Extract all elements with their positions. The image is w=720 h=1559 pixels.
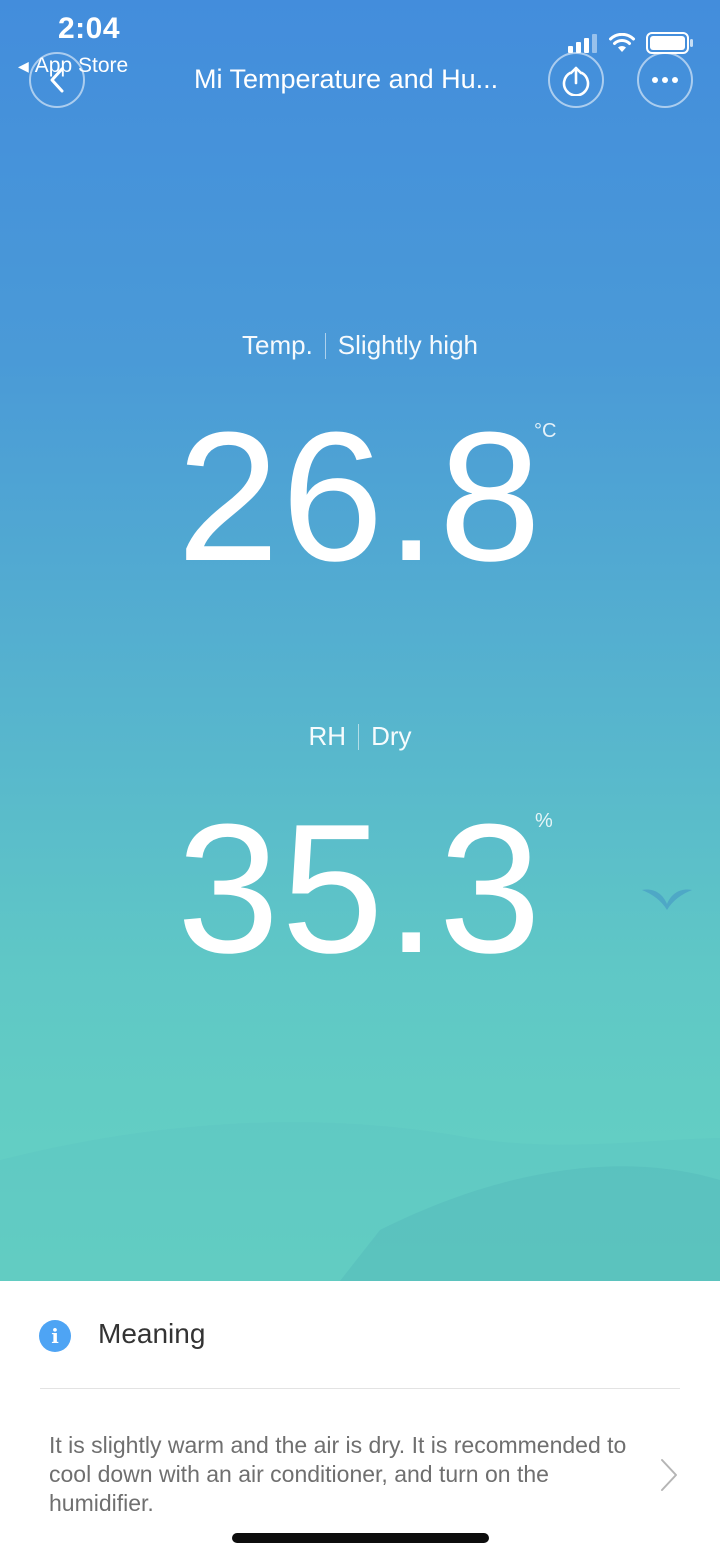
battery-icon xyxy=(646,32,693,54)
more-dots-icon xyxy=(652,77,678,83)
temperature-value: 26.8 xyxy=(176,393,544,599)
status-time: 2:04 xyxy=(58,12,121,45)
wave-decoration xyxy=(0,1122,720,1281)
chevron-left-icon xyxy=(50,67,64,93)
humidity-status: Dry xyxy=(371,721,412,751)
label-separator xyxy=(358,723,360,750)
temperature-unit: °C xyxy=(534,420,557,442)
humidity-label-row: RH Dry xyxy=(0,721,720,752)
humidity-value: 35.3 xyxy=(176,785,544,991)
meaning-title: Meaning xyxy=(98,1318,206,1349)
chevron-right-icon xyxy=(661,1459,677,1491)
hero-background: 2:04 ◀ App Store Mi Temperature and Hu..… xyxy=(0,0,720,1281)
humidity-unit: % xyxy=(535,810,553,832)
back-button[interactable] xyxy=(29,52,85,108)
label-separator xyxy=(324,332,326,359)
temperature-label: Temp. xyxy=(241,330,313,360)
share-upload-icon xyxy=(562,66,590,96)
temperature-label-row: Temp. Slightly high xyxy=(0,330,720,361)
status-icons xyxy=(568,32,694,54)
cellular-signal-icon xyxy=(568,34,597,53)
home-indicator[interactable] xyxy=(232,1533,489,1543)
wifi-icon xyxy=(609,33,635,52)
meaning-header: i Meaning xyxy=(0,1282,720,1388)
info-icon: i xyxy=(39,1320,71,1352)
back-triangle-icon: ◀ xyxy=(18,57,29,74)
humidity-label: RH xyxy=(308,721,347,751)
more-button[interactable] xyxy=(637,52,693,108)
temperature-status: Slightly high xyxy=(337,330,478,360)
meaning-description: It is slightly warm and the air is dry. … xyxy=(49,1432,627,1516)
share-button[interactable] xyxy=(548,52,604,108)
page-title: Mi Temperature and Hu... xyxy=(194,64,499,94)
